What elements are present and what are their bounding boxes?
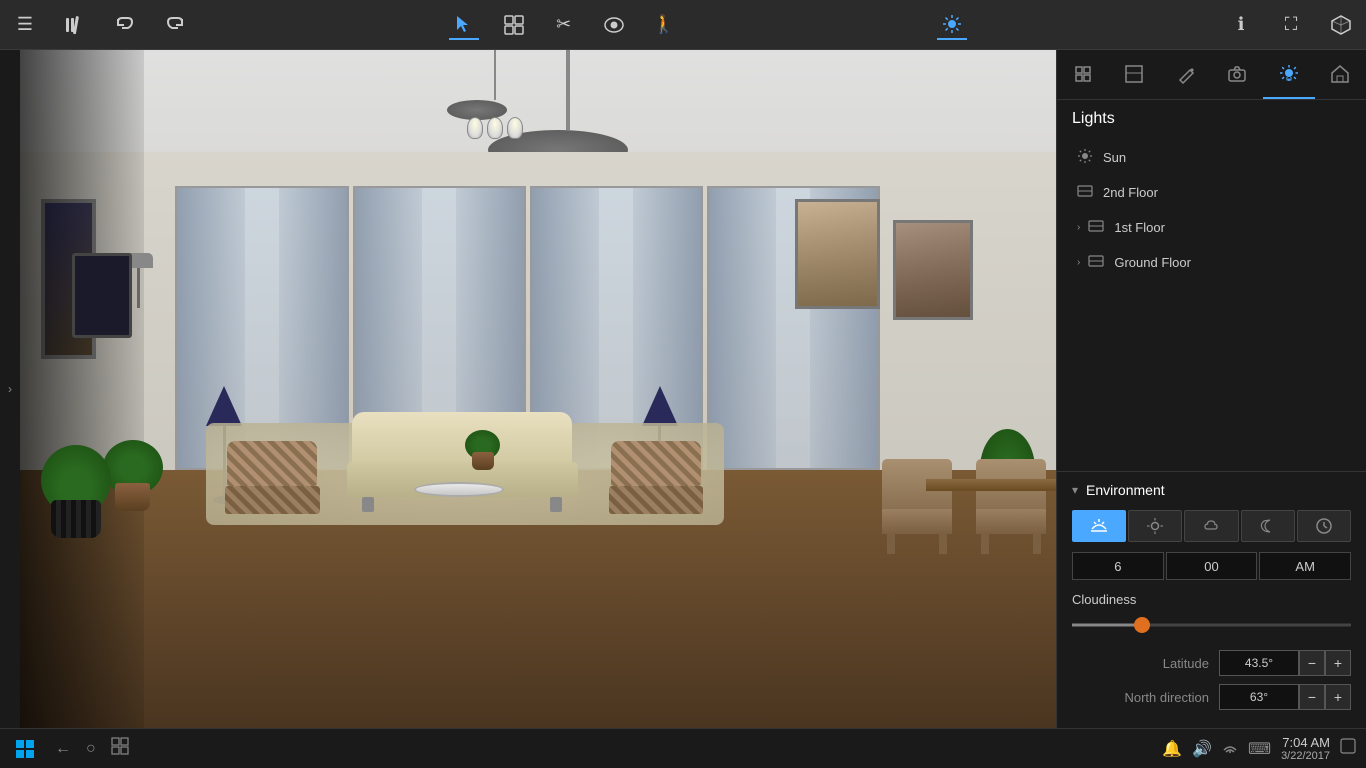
- black-pot-plant: [41, 445, 111, 538]
- left-nav-arrow[interactable]: ›: [0, 50, 20, 728]
- right-panel: Lights Sun: [1056, 50, 1366, 728]
- artwork-right-1: [893, 220, 973, 320]
- light-item-2nd-floor-label: 2nd Floor: [1103, 185, 1158, 200]
- undo-icon[interactable]: [110, 10, 140, 40]
- left-wall: [20, 50, 144, 728]
- walk-icon[interactable]: 🚶: [649, 10, 679, 40]
- time-buttons-group: [1072, 510, 1351, 542]
- taskbar-multiview-btn[interactable]: [111, 737, 129, 760]
- plant-left: [103, 440, 163, 511]
- clock-date: 3/22/2017: [1281, 750, 1330, 762]
- light-item-ground-floor[interactable]: › Ground Floor: [1072, 245, 1351, 280]
- light-item-1st-floor-label: 1st Floor: [1114, 220, 1165, 235]
- eye-icon[interactable]: [599, 10, 629, 40]
- taskbar-notification-icon[interactable]: 🔔: [1162, 739, 1182, 759]
- scissors-icon[interactable]: ✂: [549, 10, 579, 40]
- windows-start-btn[interactable]: [10, 734, 40, 764]
- time-display: 6 00 AM: [1072, 552, 1351, 580]
- layout-panel-btn[interactable]: [1109, 50, 1161, 99]
- top-toolbar: ☰ ✂: [0, 0, 1366, 50]
- taskbar-right: 🔔 🔊 ⌨ 7:04 AM 3/22/2017: [1162, 735, 1356, 762]
- latitude-input[interactable]: [1219, 650, 1299, 676]
- dining-table: [926, 479, 1056, 491]
- sun-item-icon: [1077, 148, 1093, 167]
- menu-icon[interactable]: ☰: [10, 10, 40, 40]
- floor-item-icon-2: [1077, 183, 1093, 202]
- artwork-right-2: [795, 199, 880, 309]
- taskbar-search-btn[interactable]: ○: [86, 740, 96, 758]
- lights-panel-btn[interactable]: [1263, 50, 1315, 99]
- latitude-plus-btn[interactable]: +: [1325, 650, 1351, 676]
- viewport-scene: [20, 50, 1056, 728]
- north-direction-minus-btn[interactable]: −: [1299, 684, 1325, 710]
- grid-icon[interactable]: [499, 10, 529, 40]
- lights-section: Lights Sun: [1057, 100, 1366, 471]
- armchair-left: [227, 441, 317, 511]
- north-direction-plus-btn[interactable]: +: [1325, 684, 1351, 710]
- info-icon[interactable]: ℹ: [1226, 10, 1256, 40]
- north-direction-row: North direction − +: [1072, 684, 1351, 710]
- taskbar-left: ← ○: [10, 734, 129, 764]
- time-btn-cloudy[interactable]: [1184, 510, 1238, 542]
- fullscreen-icon[interactable]: ⛶: [1276, 10, 1306, 40]
- latitude-minus-btn[interactable]: −: [1299, 650, 1325, 676]
- clock-time: 7:04 AM: [1281, 735, 1330, 750]
- house-panel-btn[interactable]: [1315, 50, 1366, 99]
- floor-item-icon-1: [1088, 218, 1104, 237]
- taskbar-keyboard-icon[interactable]: ⌨: [1248, 739, 1271, 759]
- light-item-2nd-floor[interactable]: 2nd Floor: [1072, 175, 1351, 210]
- time-btn-sunny[interactable]: [1128, 510, 1182, 542]
- lights-title: Lights: [1072, 110, 1351, 128]
- taskbar-volume-icon[interactable]: 🔊: [1192, 739, 1212, 759]
- 3d-icon[interactable]: [1326, 10, 1356, 40]
- select-icon[interactable]: [449, 10, 479, 40]
- taskbar-clock: 7:04 AM 3/22/2017: [1281, 735, 1330, 762]
- latitude-label: Latitude: [1072, 656, 1219, 671]
- env-chevron: ▾: [1072, 483, 1078, 497]
- cloudiness-slider[interactable]: [1072, 615, 1351, 635]
- tv-screen: [72, 253, 132, 338]
- taskbar: ← ○ 🔔 🔊 ⌨ 7:04 AM 3/22/2017: [0, 728, 1366, 768]
- expand-arrow-ground: ›: [1077, 257, 1080, 268]
- floor-item-icon-ground: [1088, 253, 1104, 272]
- taskbar-network-icon[interactable]: [1222, 738, 1238, 759]
- north-direction-label: North direction: [1072, 690, 1219, 705]
- expand-arrow-1st: ›: [1077, 222, 1080, 233]
- paint-panel-btn[interactable]: [1160, 50, 1212, 99]
- table-plant: [465, 430, 500, 470]
- tools-panel-btn[interactable]: [1057, 50, 1109, 99]
- viewport[interactable]: [20, 50, 1056, 728]
- main-area: ›: [0, 50, 1366, 728]
- environment-header[interactable]: ▾ Environment: [1072, 482, 1351, 498]
- time-btn-sunrise[interactable]: [1072, 510, 1126, 542]
- light-item-ground-floor-label: Ground Floor: [1114, 255, 1191, 270]
- taskbar-back-btn[interactable]: ←: [55, 740, 71, 758]
- latitude-row: Latitude − +: [1072, 650, 1351, 676]
- light-item-1st-floor[interactable]: › 1st Floor: [1072, 210, 1351, 245]
- light-item-sun[interactable]: Sun: [1072, 140, 1351, 175]
- armchair-right: [611, 441, 701, 511]
- library-icon[interactable]: [60, 10, 90, 40]
- redo-icon[interactable]: [160, 10, 190, 40]
- light-item-sun-label: Sun: [1103, 150, 1126, 165]
- slider-track: [1072, 624, 1351, 627]
- time-period[interactable]: AM: [1259, 552, 1351, 580]
- dining-chair-2: [882, 459, 952, 559]
- north-direction-input[interactable]: [1219, 684, 1299, 710]
- sun-toolbar-icon[interactable]: [937, 10, 967, 40]
- camera-panel-btn[interactable]: [1212, 50, 1264, 99]
- taskbar-notification-center-icon[interactable]: [1340, 738, 1356, 759]
- time-hour[interactable]: 6: [1072, 552, 1164, 580]
- time-btn-night[interactable]: [1241, 510, 1295, 542]
- environment-title: Environment: [1086, 482, 1165, 498]
- chandelier-2: [465, 50, 525, 139]
- slider-fill: [1072, 624, 1142, 627]
- right-icon-bar: [1057, 50, 1366, 100]
- slider-thumb[interactable]: [1134, 617, 1150, 633]
- dining-chair-1: [976, 459, 1046, 559]
- environment-section: ▾ Environment: [1057, 471, 1366, 728]
- cloudiness-label: Cloudiness: [1072, 592, 1351, 607]
- time-btn-clock[interactable]: [1297, 510, 1351, 542]
- time-minute[interactable]: 00: [1166, 552, 1258, 580]
